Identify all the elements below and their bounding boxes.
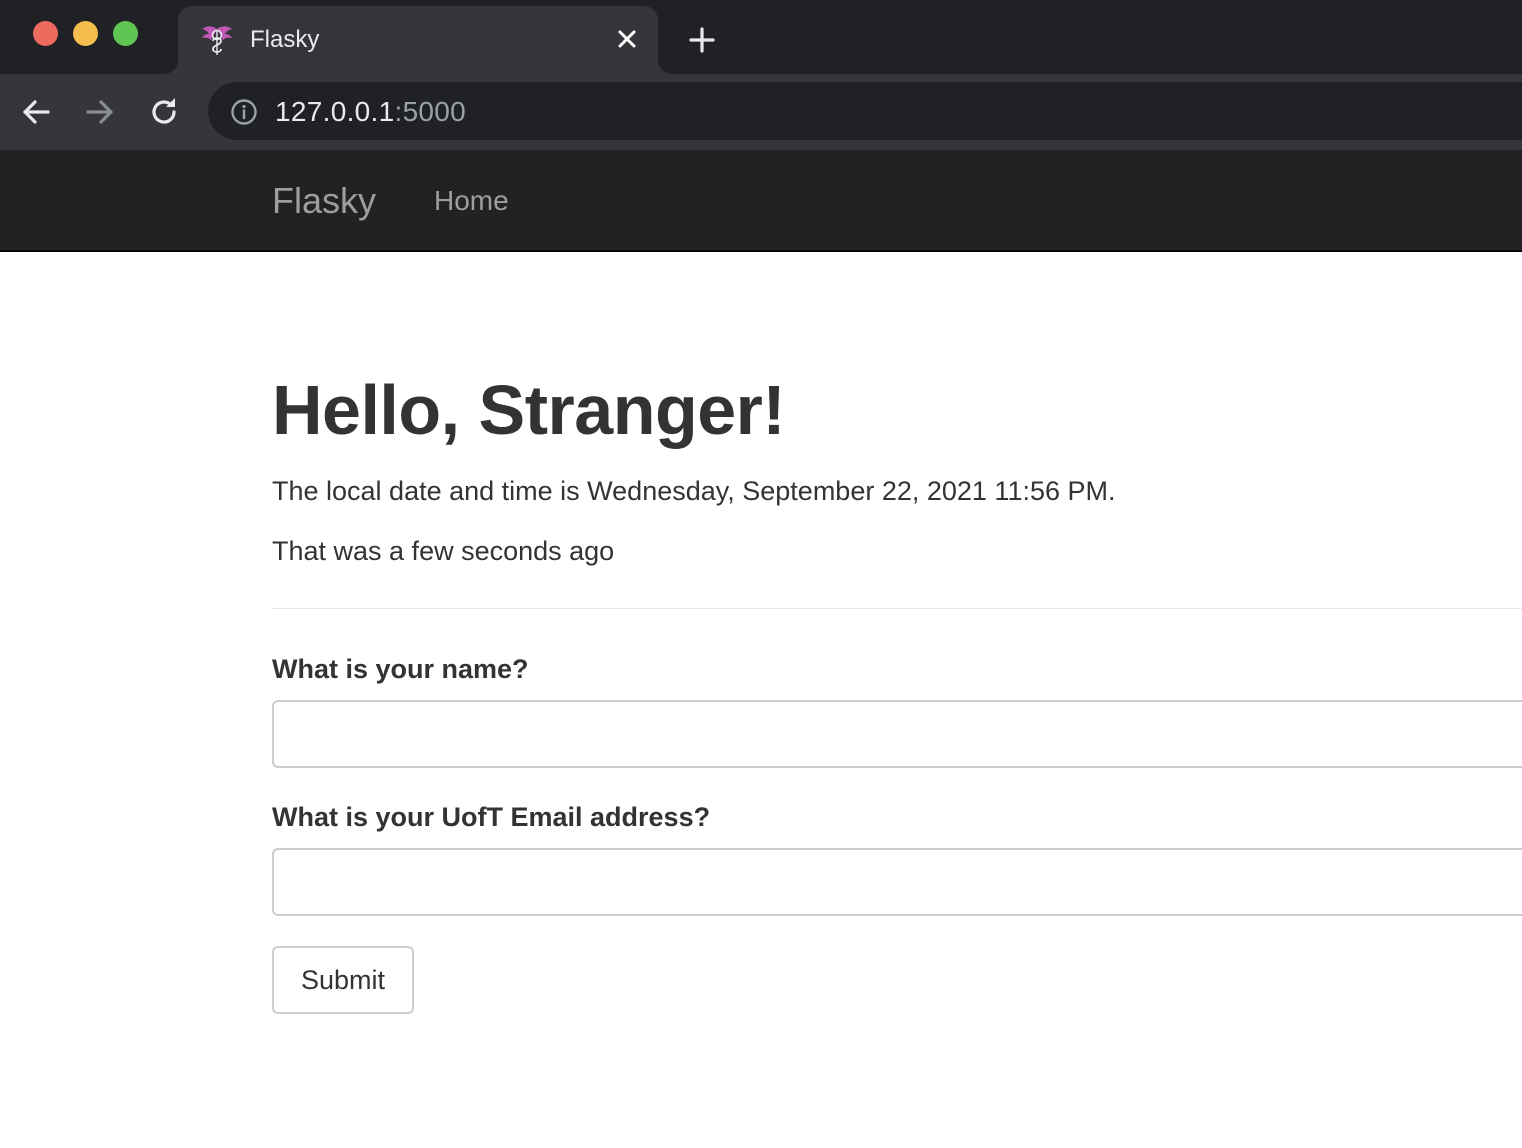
browser-tab-active[interactable]: Flasky (178, 6, 658, 74)
tab-title: Flasky (250, 26, 320, 53)
email-input[interactable] (272, 848, 1522, 916)
minimize-window-button[interactable] (73, 21, 98, 46)
name-field-label: What is your name? (272, 654, 529, 684)
maximize-window-button[interactable] (113, 21, 138, 46)
arrow-left-icon[interactable] (16, 92, 56, 132)
new-tab-plus-icon[interactable] (686, 24, 718, 56)
browser-tab-bar: Flasky (0, 0, 1522, 74)
tab-close-icon[interactable] (612, 24, 642, 54)
info-icon[interactable] (230, 98, 258, 126)
submit-button[interactable]: Submit (272, 946, 414, 1014)
arrow-right-icon[interactable] (80, 92, 120, 132)
relative-time-text: That was a few seconds ago (272, 536, 615, 566)
browser-toolbar: 127.0.0.1:5000 (0, 74, 1522, 150)
navbar-brand[interactable]: Flasky (272, 180, 376, 222)
reload-icon[interactable] (144, 92, 184, 132)
name-input[interactable] (272, 700, 1522, 768)
local-datetime-text: The local date and time is Wednesday, Se… (272, 476, 1116, 506)
site-navbar: Flasky Home (0, 150, 1522, 252)
nav-link-home[interactable]: Home (434, 185, 509, 217)
divider (272, 608, 1522, 609)
email-field-label: What is your UofT Email address? (272, 802, 711, 832)
url-port: :5000 (394, 96, 467, 127)
flask-winged-logo-icon (200, 23, 234, 57)
url-host: 127.0.0.1 (275, 96, 395, 127)
close-window-button[interactable] (33, 21, 58, 46)
page-title: Hello, Stranger! (272, 371, 786, 449)
address-bar[interactable]: 127.0.0.1:5000 (208, 82, 1522, 140)
url-text: 127.0.0.1:5000 (275, 96, 466, 128)
